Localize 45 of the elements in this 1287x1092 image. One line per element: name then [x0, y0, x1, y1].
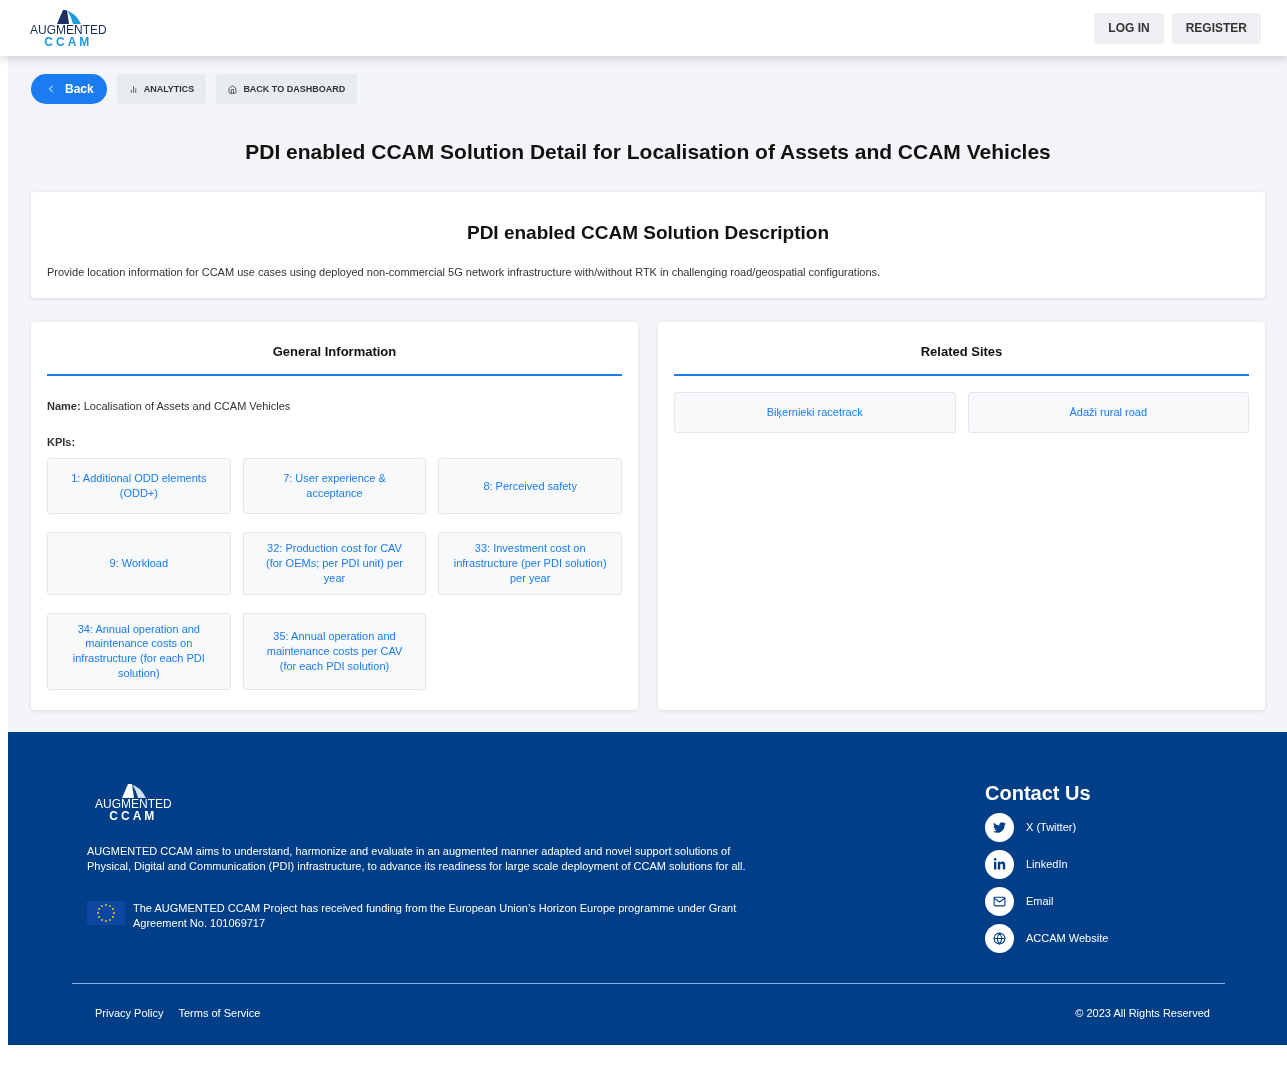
footer-link[interactable]: Privacy Policy [95, 1006, 164, 1019]
analytics-button[interactable]: ANALYTICS [116, 74, 207, 104]
description-text: Provide location information for CCAM use cases using deployed non-commercial 5G network infrastructure with/without RTK in challenging road/geospatial configurations. [47, 266, 882, 278]
login-button[interactable]: LOG IN [1094, 12, 1164, 44]
envelope-icon [985, 886, 1014, 916]
card-title: Related Sites [674, 344, 1249, 376]
about-text: AUGMENTED CCAM aims to understand, harmonize and evaluate in an augmented manner adapted and novel support solutions of Physical, Digital and Communication (PDI) infrastructure, to advance its readiness for large scale deployment of CCAM solutions for all. [87, 843, 747, 875]
contact-link[interactable]: ACCAM Website [985, 923, 1225, 953]
kpi-link[interactable]: 1: Additional ODD elements (ODD+) [47, 458, 231, 514]
home-icon [228, 84, 238, 94]
page-title: PDI enabled CCAM Solution Detail for Localisation of Assets and CCAM Vehicles [244, 140, 1052, 164]
dashboard-button[interactable]: BACK TO DASHBOARD [216, 74, 358, 104]
copyright-text: © 2023 All Rights Reserved [1075, 1006, 1210, 1019]
kpi-link[interactable]: 34: Annual operation and maintenance costs on infrastructure (for each PDI solution) [47, 612, 231, 690]
logo-text: AUGMENTED [30, 24, 107, 36]
eu-flag-icon [87, 900, 125, 925]
linkedin-icon [985, 849, 1014, 879]
footer-link[interactable]: Terms of Service [178, 1006, 261, 1019]
site-link[interactable]: Ādaži rural road [967, 392, 1249, 433]
kpi-link[interactable]: 7: User experience & acceptance [242, 458, 427, 514]
contact-title: Contact Us [985, 781, 1092, 805]
card-title: PDI enabled CCAM Solution Description [465, 222, 831, 244]
logo-text: CCAM [44, 36, 93, 48]
contact-link[interactable]: LinkedIn [985, 849, 1225, 879]
site-link[interactable]: Biķernieki racetrack [674, 392, 956, 433]
kpi-link[interactable]: 8: Perceived safety [438, 458, 622, 514]
road-logo-icon [120, 781, 147, 798]
funding-text: The AUGMENTED CCAM Project has received funding from the European Union’s Horizon Europe programme under Grant Agreement No. 101069717 [133, 900, 738, 932]
bird-icon [985, 812, 1014, 842]
logo-text: CCAM [109, 809, 158, 822]
back-button[interactable]: Back [31, 74, 107, 104]
contact-link[interactable]: X (Twitter) [985, 812, 1225, 842]
bar-chart-icon [128, 84, 138, 94]
kpi-link[interactable]: 32: Production cost for CAV (for OEMs; per PDI unit) per year [242, 532, 427, 595]
name-text: Name: Localisation of Assets and CCAM Vehicles [47, 400, 292, 412]
kpis-label: KPIs: [47, 436, 77, 448]
road-logo-icon [55, 8, 82, 24]
kpi-link[interactable]: 9: Workload [47, 532, 231, 595]
globe-icon [985, 923, 1014, 953]
card-title: General Information [47, 344, 622, 376]
contact-link[interactable]: Email [985, 886, 1225, 916]
register-button[interactable]: REGISTER [1171, 12, 1261, 44]
kpi-link[interactable]: 35: Annual operation and maintenance costs per CAV (for each PDI solution) [242, 612, 427, 690]
kpi-link[interactable]: 33: Investment cost on infrastructure (per PDI solution) per year [438, 532, 622, 595]
logo-text: AUGMENTED [95, 797, 172, 810]
